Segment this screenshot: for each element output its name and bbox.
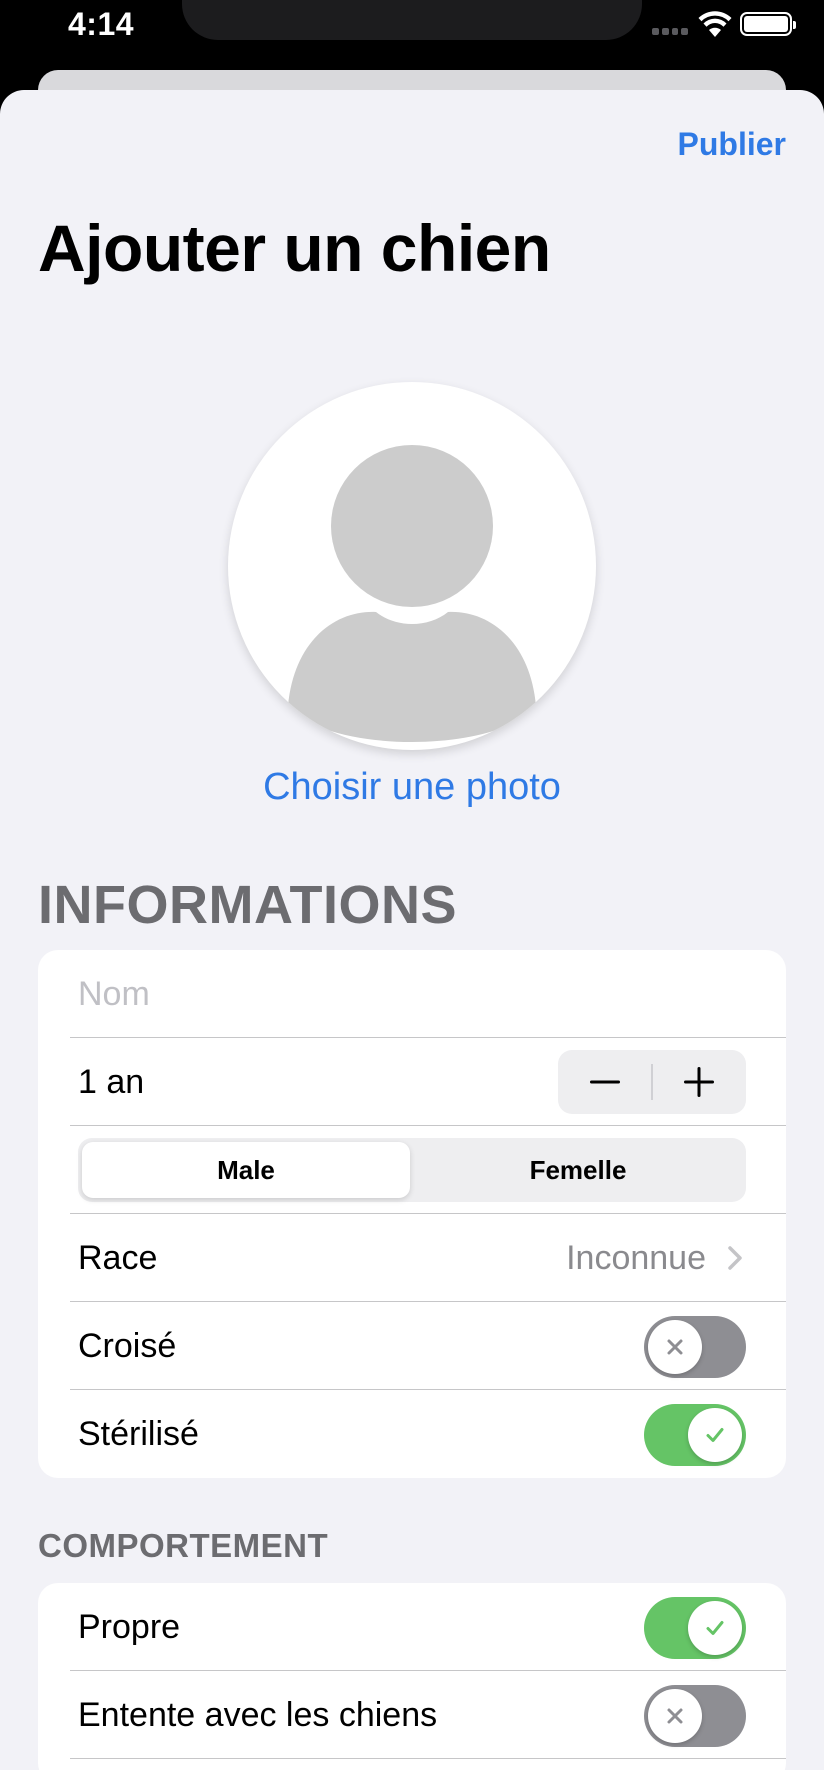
cellular-signal-icon: [652, 28, 688, 36]
notch: [182, 0, 642, 40]
age-row: 1 an: [38, 1038, 786, 1126]
sterilized-toggle[interactable]: [644, 1404, 746, 1466]
page-title: Ajouter un chien: [38, 211, 551, 285]
age-value: 1 an: [78, 1063, 145, 1101]
race-row[interactable]: Race Inconnue: [38, 1214, 786, 1302]
crossbreed-label: Croisé: [78, 1327, 177, 1365]
battery-icon: [740, 12, 796, 36]
dogs-row: Entente avec les chiens: [38, 1671, 786, 1759]
section-header-informations: INFORMATIONS: [38, 875, 457, 935]
choose-photo-button[interactable]: Choisir une photo: [0, 766, 824, 809]
wifi-icon: [698, 11, 732, 37]
crossbreed-row: Croisé: [38, 1302, 786, 1390]
clean-row: Propre: [38, 1583, 786, 1671]
x-icon: [667, 1708, 683, 1724]
sterilized-row: Stérilisé: [38, 1390, 786, 1478]
x-icon: [667, 1339, 683, 1355]
chevron-right-icon: [728, 1246, 742, 1270]
increment-button[interactable]: [652, 1050, 746, 1114]
person-silhouette-icon: [288, 445, 536, 742]
add-dog-sheet: Publier Ajouter un chien Choisir une pho…: [0, 90, 824, 1770]
checkmark-icon: [706, 1428, 724, 1442]
informations-card: Nom 1 an Male Femelle Race Inconnue Croi…: [38, 950, 786, 1478]
name-field[interactable]: Nom: [78, 950, 150, 1038]
clean-toggle[interactable]: [644, 1597, 746, 1659]
clean-label: Propre: [78, 1608, 181, 1646]
decrement-button[interactable]: [558, 1050, 652, 1114]
status-bar: 4:14: [0, 0, 824, 70]
segment-femelle[interactable]: Femelle: [414, 1142, 742, 1198]
behavior-card: Propre Entente avec les chiens: [38, 1583, 786, 1770]
sex-segmented-control: Male Femelle: [78, 1138, 746, 1202]
race-value: Inconnue: [566, 1239, 706, 1277]
name-row[interactable]: Nom: [38, 950, 786, 1038]
sterilized-label: Stérilisé: [78, 1415, 199, 1453]
race-label: Race: [78, 1239, 158, 1277]
dogs-toggle[interactable]: [644, 1685, 746, 1747]
section-header-comportement: COMPORTEMENT: [38, 1527, 329, 1564]
minus-icon: [590, 1080, 620, 1084]
plus-icon: [684, 1067, 714, 1097]
publish-button[interactable]: Publier: [678, 126, 786, 163]
status-time: 4:14: [68, 6, 135, 42]
age-stepper[interactable]: [558, 1050, 746, 1114]
dogs-label: Entente avec les chiens: [78, 1696, 438, 1734]
photo-placeholder[interactable]: [228, 382, 596, 750]
sex-row: Male Femelle: [38, 1126, 786, 1214]
crossbreed-toggle[interactable]: [644, 1316, 746, 1378]
segment-male[interactable]: Male: [82, 1142, 410, 1198]
checkmark-icon: [706, 1621, 724, 1635]
